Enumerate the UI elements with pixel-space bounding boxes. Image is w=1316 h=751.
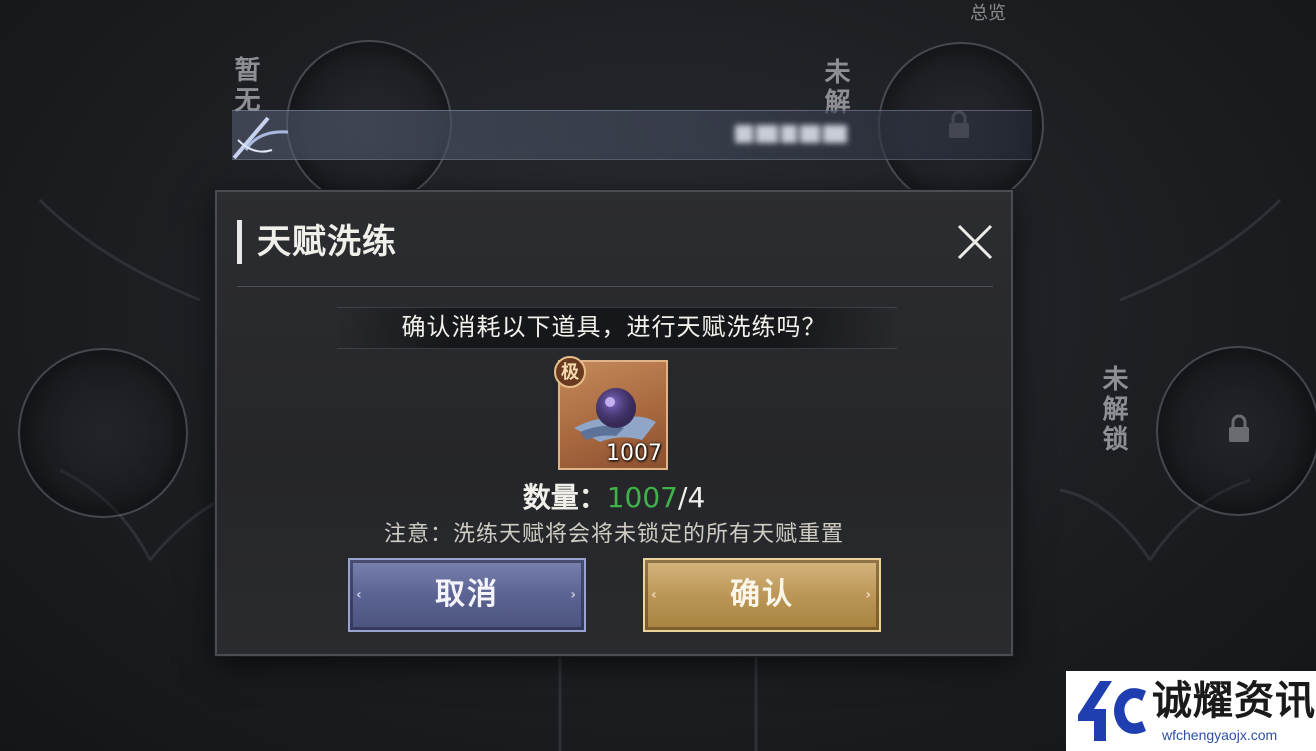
right-top-slot-label: 未解 <box>820 58 850 118</box>
warning-note: 注意：洗练天赋将会将未锁定的所有天赋重置 <box>383 522 844 547</box>
site-watermark: 诚耀资讯 wfchengyaojx.com <box>1066 671 1316 751</box>
quantity-label: 数量： <box>522 481 607 514</box>
close-icon[interactable] <box>955 222 995 262</box>
talent-reset-dialog: 天赋洗练 确认消耗以下道具，进行天赋洗练吗？ 极 1007 数量：1007/4 … <box>215 190 1013 656</box>
player-info-bar: 总览 <box>232 3 1032 160</box>
chevron-left-icon: ‹ <box>651 587 659 603</box>
chevron-right-icon: › <box>865 587 873 603</box>
confirm-prompt: 确认消耗以下道具，进行天赋洗练吗？ <box>401 313 827 341</box>
title-divider <box>237 286 993 287</box>
dialog-title: 天赋洗练 <box>257 222 397 262</box>
quantity-have: 1007 <box>606 481 678 514</box>
item-slot[interactable]: 极 1007 <box>554 356 668 470</box>
chevron-right-icon: › <box>570 587 578 603</box>
cancel-button[interactable]: ‹ 取消 › <box>348 558 586 632</box>
sword-emblem-icon <box>232 116 289 160</box>
right-mid-slot-label: 未解锁 <box>1098 365 1128 455</box>
quantity-need: 4 <box>687 481 706 514</box>
cancel-button-label: 取消 <box>435 577 499 612</box>
talent-slot-left-mid[interactable] <box>18 348 188 518</box>
site-logo-icon <box>1078 681 1146 741</box>
watermark-title: 诚耀资讯 <box>1152 678 1316 724</box>
left-slot-label: 暂无 <box>230 56 260 116</box>
blurred-player-name <box>735 119 875 149</box>
watermark-url: wfchengyaojx.com <box>1162 727 1278 743</box>
overview-label[interactable]: 总览 <box>970 0 1006 25</box>
lock-icon <box>1229 414 1249 442</box>
quantity-line: 数量：1007/4 <box>217 478 1011 518</box>
chevron-left-icon: ‹ <box>356 587 364 603</box>
grade-badge: 极 <box>554 356 586 388</box>
confirm-button-label: 确认 <box>730 577 794 612</box>
confirm-button[interactable]: ‹ 确认 › <box>643 558 881 632</box>
title-accent-bar <box>237 220 242 264</box>
item-count: 1007 <box>606 441 662 466</box>
